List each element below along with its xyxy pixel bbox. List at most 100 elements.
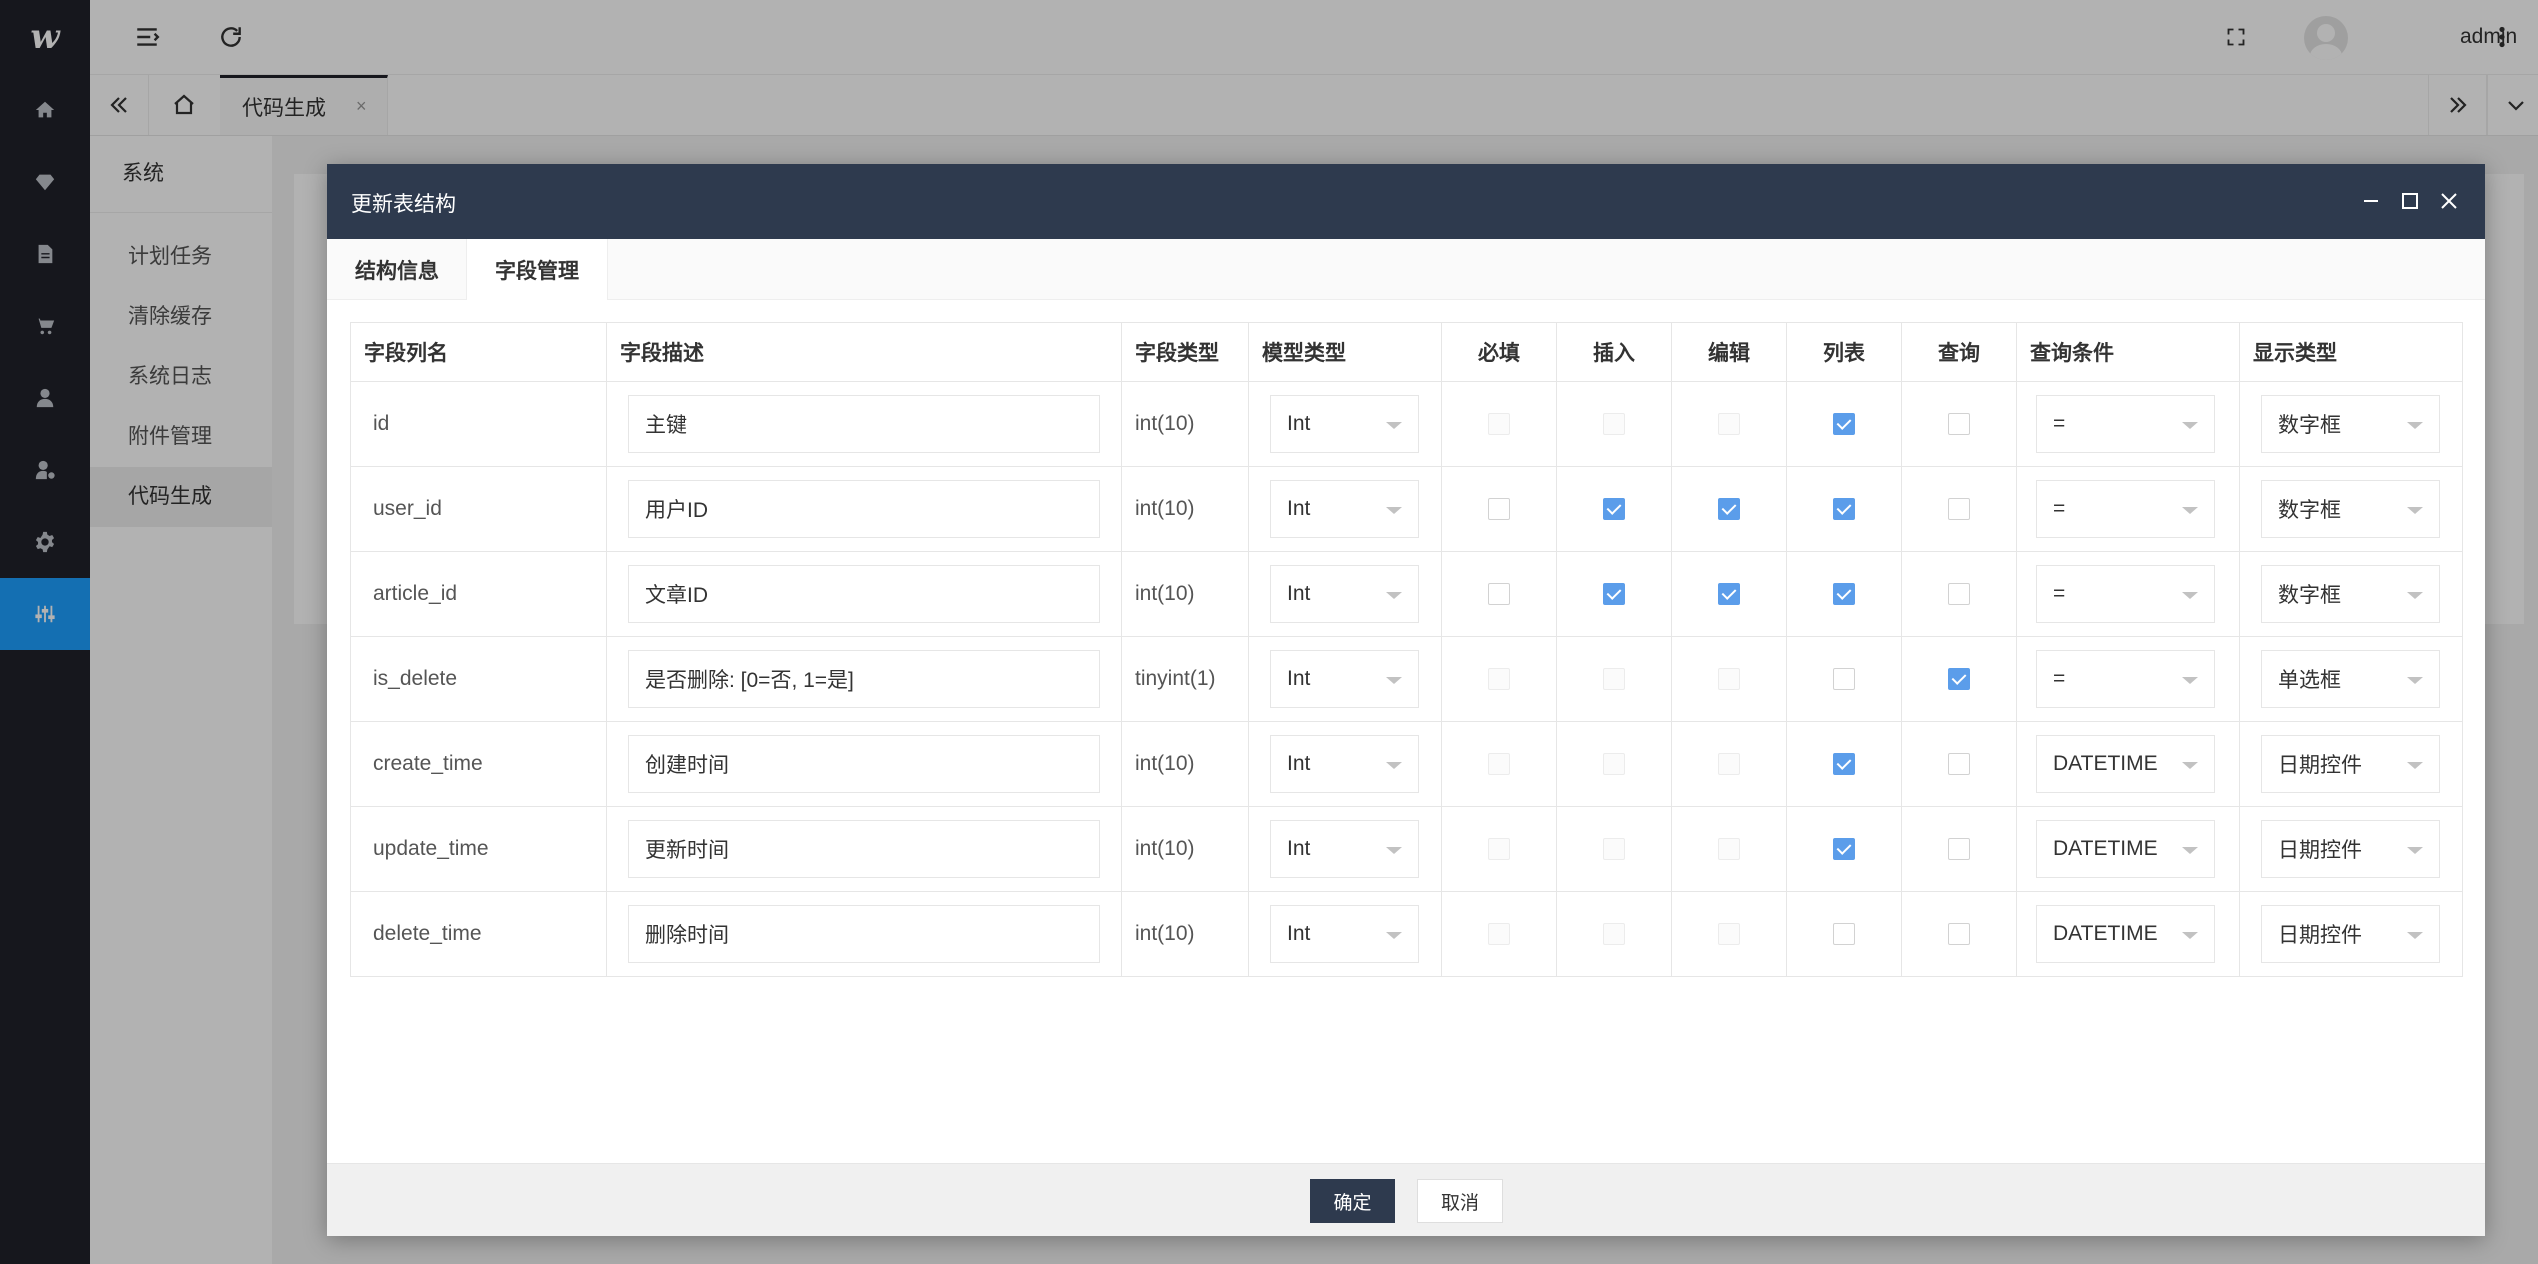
field-description-input[interactable]: 创建时间: [628, 735, 1100, 793]
model-type-select[interactable]: Int: [1270, 905, 1419, 963]
list-checkbox[interactable]: [1833, 753, 1855, 776]
query-condition-select[interactable]: DATETIME: [2036, 820, 2215, 878]
model-type-select[interactable]: Int: [1270, 395, 1419, 453]
dialog-tabs: 结构信息 字段管理: [327, 239, 2485, 300]
display-type-select[interactable]: 数字框: [2261, 480, 2440, 538]
maximize-icon: [2402, 193, 2418, 209]
dialog-title: 更新表结构: [351, 193, 456, 216]
table-row: is_delete 是否删除: [0=否, 1=是] tinyint(1) Int = 单…: [350, 636, 2463, 722]
display-type-select[interactable]: 日期控件: [2261, 735, 2440, 793]
required-checkbox: [1488, 413, 1510, 436]
insert-checkbox: [1603, 838, 1625, 861]
insert-checkbox[interactable]: [1603, 498, 1625, 521]
field-type: int(10): [1121, 381, 1249, 467]
update-table-structure-dialog: 更新表结构 结构信息 字段管理 字段列名 字段描述 字段类型 模型类型 必填 插…: [327, 164, 2485, 1236]
edit-checkbox[interactable]: [1718, 498, 1740, 521]
required-checkbox: [1488, 668, 1510, 691]
col-header: 字段类型: [1121, 322, 1249, 382]
field-description-input[interactable]: 更新时间: [628, 820, 1100, 878]
model-type-select[interactable]: Int: [1270, 480, 1419, 538]
query-checkbox[interactable]: [1948, 838, 1970, 861]
close-button[interactable]: [2434, 186, 2464, 216]
field-name: id: [350, 381, 607, 467]
required-checkbox[interactable]: [1488, 498, 1510, 521]
query-condition-select[interactable]: =: [2036, 395, 2215, 453]
field-type: tinyint(1): [1121, 636, 1249, 722]
col-header: 查询: [1901, 322, 2017, 382]
query-checkbox[interactable]: [1948, 668, 1970, 691]
display-type-select[interactable]: 单选框: [2261, 650, 2440, 708]
query-condition-select[interactable]: DATETIME: [2036, 735, 2215, 793]
list-checkbox[interactable]: [1833, 923, 1855, 946]
field-name: delete_time: [350, 891, 607, 977]
query-checkbox[interactable]: [1948, 753, 1970, 776]
field-type: int(10): [1121, 806, 1249, 892]
col-header: 插入: [1556, 322, 1672, 382]
required-checkbox[interactable]: [1488, 583, 1510, 606]
table-row: delete_time 删除时间 int(10) Int DATETIME 日期控件: [350, 891, 2463, 977]
table-row: update_time 更新时间 int(10) Int DATETIME 日期控件: [350, 806, 2463, 892]
field-description-input[interactable]: 用户ID: [628, 480, 1100, 538]
table-header-row: 字段列名 字段描述 字段类型 模型类型 必填 插入 编辑 列表 查询 查询条件 …: [350, 322, 2463, 382]
field-name: create_time: [350, 721, 607, 807]
field-description-input[interactable]: 文章ID: [628, 565, 1100, 623]
maximize-button[interactable]: [2395, 186, 2425, 216]
required-checkbox: [1488, 838, 1510, 861]
query-checkbox[interactable]: [1948, 498, 1970, 521]
required-checkbox: [1488, 923, 1510, 946]
tab-structure-info[interactable]: 结构信息: [327, 239, 467, 300]
field-description-input[interactable]: 主键: [628, 395, 1100, 453]
table-row: create_time 创建时间 int(10) Int DATETIME 日期控件: [350, 721, 2463, 807]
list-checkbox[interactable]: [1833, 413, 1855, 436]
query-condition-select[interactable]: =: [2036, 650, 2215, 708]
fields-table: 字段列名 字段描述 字段类型 模型类型 必填 插入 编辑 列表 查询 查询条件 …: [350, 322, 2463, 977]
model-type-select[interactable]: Int: [1270, 735, 1419, 793]
query-condition-select[interactable]: =: [2036, 480, 2215, 538]
field-name: is_delete: [350, 636, 607, 722]
display-type-select[interactable]: 日期控件: [2261, 905, 2440, 963]
field-name: article_id: [350, 551, 607, 637]
model-type-select[interactable]: Int: [1270, 650, 1419, 708]
table-row: id 主键 int(10) Int = 数字框: [350, 381, 2463, 467]
field-type: int(10): [1121, 721, 1249, 807]
query-checkbox[interactable]: [1948, 923, 1970, 946]
confirm-button[interactable]: 确定: [1310, 1179, 1395, 1223]
list-checkbox[interactable]: [1833, 498, 1855, 521]
query-condition-select[interactable]: =: [2036, 565, 2215, 623]
field-description-input[interactable]: 删除时间: [628, 905, 1100, 963]
minimize-button[interactable]: [2356, 186, 2386, 216]
field-description-input[interactable]: 是否删除: [0=否, 1=是]: [628, 650, 1100, 708]
insert-checkbox[interactable]: [1603, 583, 1625, 606]
dialog-header[interactable]: 更新表结构: [327, 164, 2485, 239]
cancel-button[interactable]: 取消: [1417, 1179, 1503, 1223]
edit-checkbox: [1718, 838, 1740, 861]
tab-field-management[interactable]: 字段管理: [466, 239, 608, 300]
edit-checkbox: [1718, 413, 1740, 436]
field-type: int(10): [1121, 466, 1249, 552]
edit-checkbox: [1718, 668, 1740, 691]
display-type-select[interactable]: 日期控件: [2261, 820, 2440, 878]
col-header: 列表: [1786, 322, 1902, 382]
edit-checkbox[interactable]: [1718, 583, 1740, 606]
col-header: 字段描述: [606, 322, 1122, 382]
query-checkbox[interactable]: [1948, 413, 1970, 436]
query-checkbox[interactable]: [1948, 583, 1970, 606]
list-checkbox[interactable]: [1833, 583, 1855, 606]
col-header: 模型类型: [1248, 322, 1442, 382]
col-header: 查询条件: [2016, 322, 2240, 382]
insert-checkbox: [1603, 668, 1625, 691]
insert-checkbox: [1603, 413, 1625, 436]
field-type: int(10): [1121, 551, 1249, 637]
model-type-select[interactable]: Int: [1270, 820, 1419, 878]
table-row: user_id 用户ID int(10) Int = 数字框: [350, 466, 2463, 552]
required-checkbox: [1488, 753, 1510, 776]
display-type-select[interactable]: 数字框: [2261, 565, 2440, 623]
edit-checkbox: [1718, 923, 1740, 946]
field-name: user_id: [350, 466, 607, 552]
field-type: int(10): [1121, 891, 1249, 977]
list-checkbox[interactable]: [1833, 668, 1855, 691]
display-type-select[interactable]: 数字框: [2261, 395, 2440, 453]
model-type-select[interactable]: Int: [1270, 565, 1419, 623]
query-condition-select[interactable]: DATETIME: [2036, 905, 2215, 963]
list-checkbox[interactable]: [1833, 838, 1855, 861]
